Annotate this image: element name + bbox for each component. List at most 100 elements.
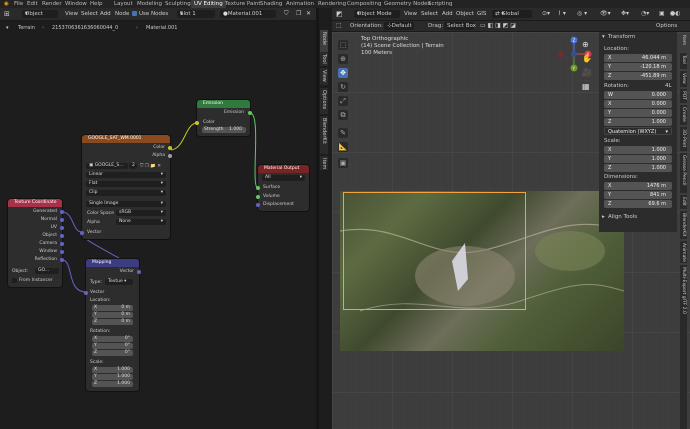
emission-color-socket[interactable] <box>195 121 199 125</box>
npanel-loc-field[interactable]: X 46.044 m <box>604 54 672 62</box>
mapping-scl-field[interactable]: X 1.000 <box>92 367 133 373</box>
visibility-icon[interactable]: 👁▾ <box>600 10 611 17</box>
select-mode-icons[interactable]: ▭ ◧ ◨ ◩ ◪ <box>480 22 516 29</box>
material-output-node[interactable]: Material Output All ▾ Surface Volume Disp… <box>256 165 309 211</box>
rotate-tool-icon[interactable]: ↻ <box>338 82 348 92</box>
vp-menu-object[interactable]: Object <box>456 11 474 17</box>
mapping-node[interactable]: Mapping Vector Type: Textue ▾ Vector Loc… <box>84 259 141 391</box>
image-texture-node[interactable]: GOOGLE_SAT_WM.0001 Color Alpha ▣ GOOGLE_… <box>80 135 172 239</box>
proportional-edit-icon[interactable]: ◎ ▾ <box>577 10 587 17</box>
npanel-tab[interactable]: Item <box>680 33 687 51</box>
tab-scripting[interactable]: Scripting <box>428 0 452 8</box>
texcoord-output-socket[interactable] <box>60 242 64 246</box>
viewport-type-icon[interactable]: ◩ <box>336 10 343 18</box>
emission-strength-field[interactable]: Strength 1.000 <box>202 127 246 133</box>
mapping-vector-in-socket[interactable] <box>84 291 88 295</box>
texcoord-object-field[interactable]: GO... <box>35 268 59 274</box>
mapping-loc-field[interactable]: Y 0 m <box>92 312 133 318</box>
texcoord-output-socket[interactable] <box>60 258 64 262</box>
mapping-loc-field[interactable]: Z 0 m <box>92 319 133 325</box>
snap-icon[interactable]: ⌇ ▾ <box>558 10 566 17</box>
tab-compositing[interactable]: Compositing <box>347 0 381 8</box>
tab-geometry-nodes[interactable]: Geometry Nodes <box>384 0 430 8</box>
vp-menu-select[interactable]: Select <box>421 11 438 17</box>
npanel-rot-field[interactable]: W 0.000 <box>604 91 672 99</box>
npanel-dim-field[interactable]: Z 69.6 m <box>604 200 672 208</box>
mapping-scl-field[interactable]: Z 1.000 <box>92 381 133 387</box>
mapping-scl-field[interactable]: Y 1.000 <box>92 374 133 380</box>
image-alpha-socket[interactable] <box>168 154 172 158</box>
add-cube-tool-icon[interactable]: ▣ <box>338 158 348 168</box>
mapping-rot-field[interactable]: X 0° <box>92 336 133 342</box>
texcoord-output-socket[interactable] <box>60 234 64 238</box>
node-sidebar-tab[interactable]: View <box>320 68 328 85</box>
scale-tool-icon[interactable]: ⤢ <box>338 96 348 106</box>
surface-socket[interactable] <box>256 186 260 190</box>
image-users[interactable]: 2 <box>129 163 137 169</box>
npanel-scl-field[interactable]: Z 1.000 <box>604 164 672 172</box>
transform-chevron-icon[interactable]: ▾ <box>602 34 605 40</box>
emission-node[interactable]: Emission Emission Color Strength 1.000 <box>195 100 252 136</box>
xray-icon[interactable]: ▣ <box>659 10 665 17</box>
texture-coordinate-node[interactable]: Texture Coordinate Generated Normal UV Obje… <box>8 199 64 287</box>
image-vector-socket[interactable] <box>80 231 84 235</box>
mapping-type-dropdown[interactable]: Textue ▾ <box>105 279 133 285</box>
source-dropdown[interactable]: Single Image ▾ <box>86 201 166 207</box>
mapping-rot-field[interactable]: Y 0° <box>92 343 133 349</box>
npanel-tab[interactable]: Edit <box>680 195 687 209</box>
npanel-tab[interactable]: Grease Pencil <box>680 153 687 193</box>
grid-toggle-icon[interactable]: ▦ <box>582 82 590 91</box>
mapping-loc-field[interactable]: X 0 m <box>92 305 133 311</box>
transform-orientation-dropdown[interactable]: ⇄ Global ▾ <box>492 10 532 18</box>
npanel-dim-field[interactable]: Y 841 m <box>604 191 672 199</box>
transform-panel-title[interactable]: Transform <box>608 34 635 40</box>
move-tool-icon[interactable]: ✥ <box>338 68 348 78</box>
npanel-tab[interactable]: 3D-Print <box>680 127 687 151</box>
colorspace-dropdown[interactable]: sRGB ▾ <box>116 210 166 216</box>
align-tools-title[interactable]: Align Tools <box>608 214 637 220</box>
vp-menu-gis[interactable]: GIS <box>477 11 486 17</box>
npanel-scl-field[interactable]: Y 1.000 <box>604 155 672 163</box>
npanel-loc-field[interactable]: Z -451.89 m <box>604 72 672 80</box>
vp-menu-add[interactable]: Add <box>442 11 453 17</box>
image-node-header[interactable]: GOOGLE_SAT_WM.0001 <box>82 135 170 143</box>
pan-hand-icon[interactable]: ✋ <box>582 54 592 63</box>
npanel-tab[interactable]: Multi-Export glTF 2.0 <box>680 265 687 429</box>
output-target-dropdown[interactable]: All ▾ <box>262 175 305 181</box>
from-instancer-checkbox[interactable] <box>12 278 17 283</box>
output-node-header[interactable]: Material Output <box>258 165 309 173</box>
node-sidebar-tab[interactable]: Options <box>320 88 328 114</box>
image-color-socket[interactable] <box>168 146 172 150</box>
orientation-dropdown[interactable]: ⊹ Default <box>384 22 414 30</box>
npanel-rot-field[interactable]: Z 1.000 <box>604 118 672 126</box>
overlay-icon[interactable]: ◔▾ <box>641 10 649 17</box>
displacement-socket[interactable] <box>256 203 260 207</box>
image-selector[interactable]: ▣ GOOGLE_S... <box>86 163 128 169</box>
texcoord-output-socket[interactable] <box>60 210 64 214</box>
select-tool-icon[interactable]: ⬚ <box>338 40 348 50</box>
camera-icon[interactable]: 🎥 <box>582 68 592 77</box>
texcoord-node-header[interactable]: Texture Coordinate <box>8 199 62 207</box>
emission-node-header[interactable]: Emission <box>197 100 250 108</box>
options-dropdown[interactable]: Options <box>656 23 677 29</box>
tab-rendering[interactable]: Rendering <box>318 0 346 8</box>
emission-output-socket[interactable] <box>248 111 252 115</box>
npanel-dim-field[interactable]: X 1476 m <box>604 182 672 190</box>
texcoord-output-socket[interactable] <box>60 218 64 222</box>
npanel-tab[interactable]: Tool <box>680 53 687 69</box>
transform-tool-icon[interactable]: ⧉ <box>338 110 348 120</box>
alpha-dropdown[interactable]: None ▾ <box>116 219 166 225</box>
vp-menu-view[interactable]: View <box>404 11 417 17</box>
rotation-type-dropdown[interactable]: Quaternion (WXYZ) ▾ <box>604 127 672 135</box>
measure-tool-icon[interactable]: 📐 <box>338 142 348 152</box>
npanel-tab[interactable]: Create <box>680 105 687 125</box>
image-icons[interactable]: ⛉ ❐ 📁 ✕ <box>140 163 161 169</box>
volume-socket[interactable] <box>256 195 260 199</box>
npanel-tab[interactable]: BlenderKit <box>680 211 687 239</box>
node-sidebar-tab[interactable]: Node <box>320 30 328 52</box>
object-mode-dropdown[interactable]: Object Mode ▾ <box>354 10 400 18</box>
annotate-tool-icon[interactable]: ✎ <box>338 128 348 138</box>
zoom-icon[interactable]: ⊕ <box>582 40 589 49</box>
projection-dropdown[interactable]: Flat ▾ <box>86 181 166 187</box>
texcoord-output-socket[interactable] <box>60 226 64 230</box>
